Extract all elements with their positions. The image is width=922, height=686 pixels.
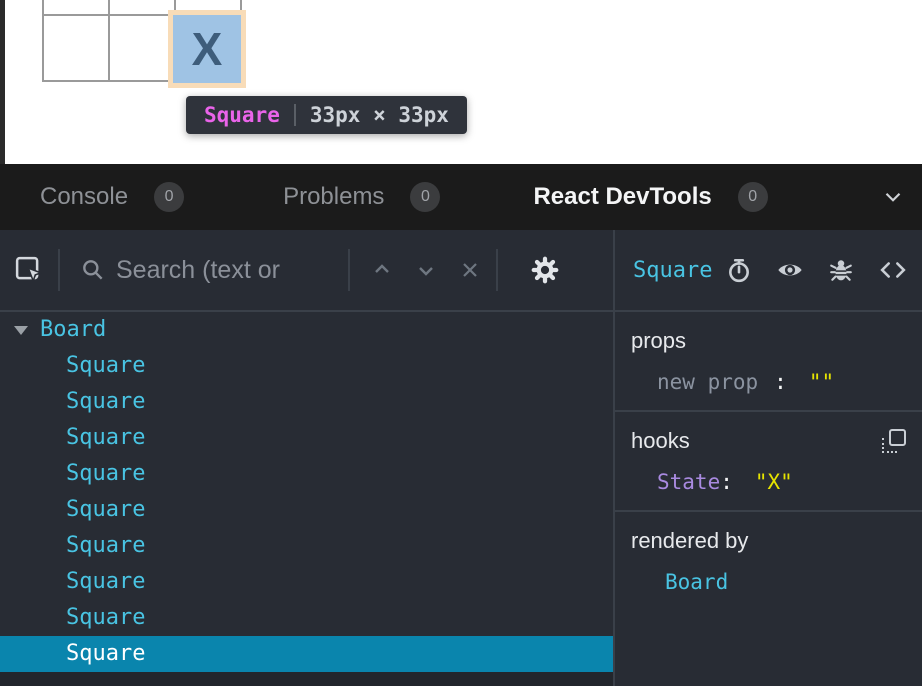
board-square[interactable] [110,16,176,82]
settings-gear-icon[interactable] [530,255,560,285]
tooltip-divider [294,104,296,126]
components-tree-pane: Board Square Square Square Square Square… [0,230,613,686]
tree-item-square[interactable]: Square [0,564,613,600]
tab-console[interactable]: Console 0 [40,182,184,212]
inspect-highlight-content[interactable]: X [173,15,241,83]
search-prev-icon[interactable] [370,258,394,282]
new-prop-row: new prop: "" [657,370,906,394]
props-section: props new prop: "" [615,312,922,412]
tab-problems[interactable]: Problems 0 [283,182,440,212]
view-source-code-icon[interactable] [878,257,908,283]
toolbar-divider [348,249,350,291]
search-next-icon[interactable] [414,258,438,282]
log-data-bug-icon[interactable] [828,257,854,283]
component-label: Square [66,564,145,600]
search-icon [80,257,106,283]
toolbar-divider [58,249,60,291]
component-label: Square [66,636,145,672]
tab-badge: 0 [738,182,768,212]
state-hook-row: State: "X" [657,470,906,494]
tree-item-board[interactable]: Board [0,312,613,348]
colon: : [720,470,733,494]
devtools-tab-bar: Console 0 Problems 0 React DevTools 0 [0,164,922,230]
selected-component-name: Square [633,258,712,283]
hook-name: State [657,470,720,494]
colon: : [774,370,787,394]
component-label: Board [40,312,106,348]
inspect-highlight-padding: X [168,10,246,88]
hooks-title: hooks [631,428,690,454]
component-label: Square [66,456,145,492]
inspect-tooltip: Square 33px × 33px [186,96,467,134]
board-square[interactable] [44,16,110,82]
tree-item-square[interactable]: Square [0,456,613,492]
tree-item-square[interactable]: Square [0,384,613,420]
tree-item-square-selected[interactable]: Square [0,636,613,672]
inspect-dom-eye-icon[interactable] [776,256,804,284]
tree-toolbar [0,230,613,312]
tab-badge: 0 [410,182,440,212]
inspected-page-viewport: X Square 33px × 33px [0,0,922,164]
component-label: Square [66,600,145,636]
component-label: Square [66,492,145,528]
board-square[interactable] [44,0,110,16]
new-prop-value-input[interactable]: "" [809,370,834,394]
tree-item-square[interactable]: Square [0,528,613,564]
tooltip-component-name: Square [204,103,280,127]
component-label: Square [66,384,145,420]
search-input[interactable] [116,256,334,285]
toolbar-divider [496,249,498,291]
suspend-stopwatch-icon[interactable] [726,257,752,283]
tab-react-devtools[interactable]: React DevTools 0 [533,182,767,212]
hook-value[interactable]: "X" [755,470,793,494]
tree-item-square[interactable]: Square [0,600,613,636]
component-inspector-pane: Square [615,230,922,686]
board-square[interactable] [110,0,176,16]
tab-badge: 0 [154,182,184,212]
react-devtools-panel: Board Square Square Square Square Square… [0,230,922,686]
rendered-by-owner-link[interactable]: Board [665,570,906,594]
tab-label: Problems [283,183,384,211]
hooks-section: hooks State: "X" [615,412,922,512]
component-tree: Board Square Square Square Square Square… [0,312,613,672]
rendered-by-title: rendered by [631,528,906,554]
rendered-by-section: rendered by Board [615,512,922,610]
parse-hook-names-icon[interactable] [882,429,906,453]
component-label: Square [66,348,145,384]
search-clear-icon[interactable] [458,258,482,282]
tree-item-square[interactable]: Square [0,420,613,456]
tree-item-square[interactable]: Square [0,492,613,528]
tree-scroll-gutter [0,672,613,686]
chevron-down-icon[interactable] [880,184,906,210]
inspect-element-icon[interactable] [14,255,44,285]
tree-item-square[interactable]: Square [0,348,613,384]
tab-label: React DevTools [533,183,711,211]
tooltip-dimensions: 33px × 33px [310,103,449,127]
inspector-header: Square [615,230,922,312]
new-prop-key-input[interactable]: new prop [657,370,758,394]
props-title: props [631,328,906,354]
tab-label: Console [40,183,128,211]
component-label: Square [66,528,145,564]
expander-triangle-icon[interactable] [14,326,28,335]
component-label: Square [66,420,145,456]
